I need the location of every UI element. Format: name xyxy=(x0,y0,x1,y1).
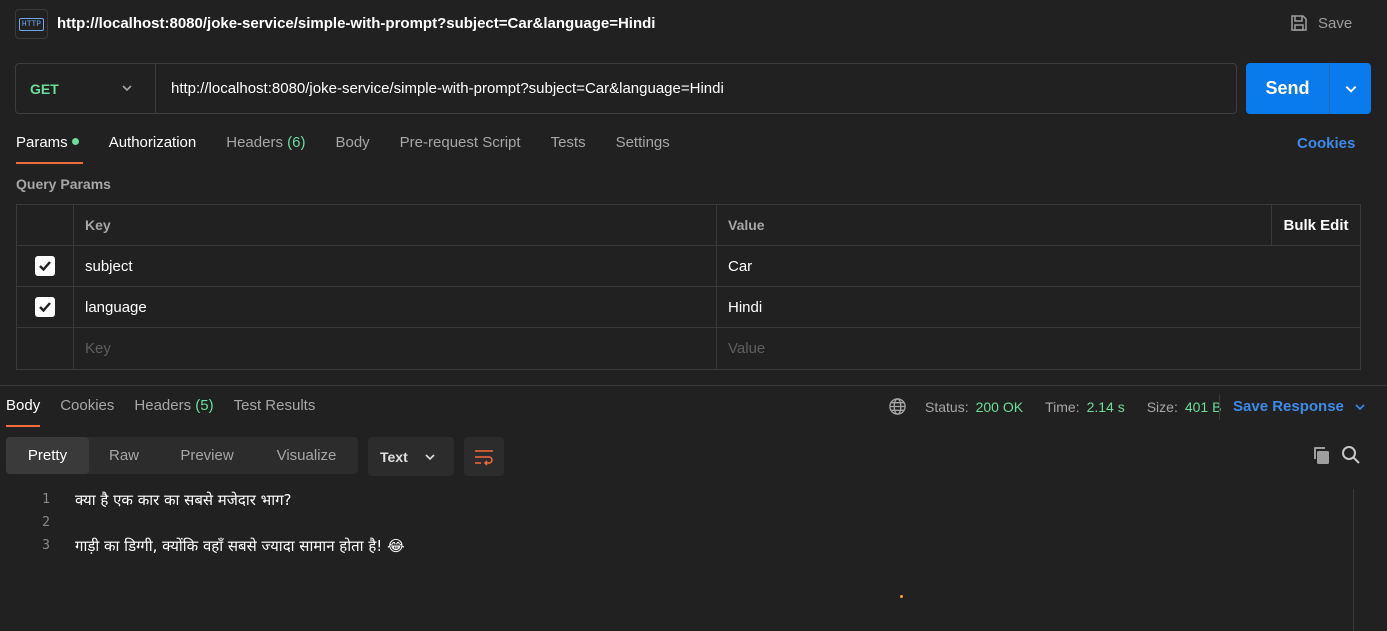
view-tab-preview[interactable]: Preview xyxy=(159,437,255,474)
param-checkbox[interactable] xyxy=(35,256,55,276)
pane-divider[interactable] xyxy=(0,385,1387,386)
request-tabs: Params Authorization Headers (6) Body Pr… xyxy=(16,134,700,164)
method-label: GET xyxy=(30,80,59,97)
param-checkbox[interactable] xyxy=(35,297,55,317)
method-select[interactable]: GET xyxy=(16,64,156,113)
tab-params-label: Params xyxy=(16,134,68,151)
size-label: Size: xyxy=(1146,398,1178,415)
response-tabs: Body Cookies Headers (5) Test Results xyxy=(6,397,335,427)
http-request-icon: HTTP xyxy=(15,9,48,39)
row-check-cell xyxy=(17,287,74,327)
query-params-table: Key Value Bulk Edit subject Car language… xyxy=(16,204,1361,370)
param-key-cell[interactable]: language xyxy=(74,287,717,327)
response-body-editor[interactable]: 1 क्या है एक कार का सबसे मजेदार भाग? 2 3… xyxy=(0,488,1387,557)
save-button[interactable]: Save xyxy=(1290,14,1352,32)
format-select[interactable]: Text xyxy=(368,437,454,476)
header-check-cell xyxy=(17,205,74,245)
chevron-down-icon xyxy=(1355,403,1365,410)
table-row: subject Car xyxy=(17,246,1360,287)
new-value-input[interactable]: Value xyxy=(717,328,1360,369)
url-bar: GET http://localhost:8080/joke-service/s… xyxy=(15,63,1237,114)
table-row: language Hindi xyxy=(17,287,1360,328)
request-title[interactable]: http://localhost:8080/joke-service/simpl… xyxy=(57,15,655,32)
line-number: 1 xyxy=(42,492,50,507)
tab-headers-label: Headers xyxy=(226,134,283,151)
bulk-edit-button[interactable]: Bulk Edit xyxy=(1271,205,1360,245)
save-icon xyxy=(1291,15,1307,31)
editor-line: 1 क्या है एक कार का सबसे मजेदार भाग? xyxy=(0,488,1387,511)
tab-test-results[interactable]: Test Results xyxy=(234,397,316,427)
line-content: क्या है एक कार का सबसे मजेदार भाग? xyxy=(75,490,292,509)
save-label: Save xyxy=(1318,14,1353,32)
column-header-value: Value xyxy=(728,217,765,233)
table-row-new: Key Value xyxy=(17,328,1360,369)
editor-scrollbar[interactable] xyxy=(1353,489,1354,631)
response-status-area: Status: 200 OK Time: 2.14 s Size: 401 B xyxy=(888,397,1221,416)
line-number: 3 xyxy=(42,538,50,553)
copy-icon[interactable] xyxy=(1311,445,1331,469)
chevron-down-icon xyxy=(425,453,435,460)
status-value[interactable]: 200 OK xyxy=(976,399,1023,415)
row-check-cell xyxy=(17,246,74,286)
param-value-cell[interactable]: Car xyxy=(717,246,1360,286)
time-label: Time: xyxy=(1045,398,1080,415)
format-label: Text xyxy=(380,448,408,465)
params-active-dot-icon xyxy=(71,138,79,145)
response-headers-count: (5) xyxy=(195,397,214,414)
url-input[interactable]: http://localhost:8080/joke-service/simpl… xyxy=(171,80,724,97)
status-label: Status: xyxy=(925,398,969,415)
tab-headers[interactable]: Headers (6) xyxy=(226,134,305,164)
tab-authorization[interactable]: Authorization xyxy=(109,134,197,164)
tab-response-cookies[interactable]: Cookies xyxy=(60,397,114,427)
globe-icon[interactable] xyxy=(888,397,907,416)
editor-line: 3 गाड़ी का डिग्गी, क्योंकि वहाँ सबसे ज्य… xyxy=(0,534,1387,557)
size-value[interactable]: 401 B xyxy=(1185,399,1222,415)
chevron-down-icon xyxy=(1345,85,1356,93)
save-response-label: Save Response xyxy=(1233,398,1344,415)
http-icon-label: HTTP xyxy=(18,17,45,31)
cursor-indicator xyxy=(900,595,903,598)
query-params-heading: Query Params xyxy=(16,176,111,192)
table-header-row: Key Value Bulk Edit xyxy=(17,205,1360,246)
tab-body[interactable]: Body xyxy=(335,134,369,164)
send-button-group: Send xyxy=(1246,63,1371,114)
response-view-tabs: Pretty Raw Preview Visualize xyxy=(6,437,358,474)
word-wrap-button[interactable] xyxy=(464,437,504,476)
row-check-cell xyxy=(17,328,74,369)
checkmark-icon xyxy=(39,261,51,272)
param-value-cell[interactable]: Hindi xyxy=(717,287,1360,327)
chevron-down-icon xyxy=(122,85,132,92)
word-wrap-icon xyxy=(475,449,493,466)
line-number: 2 xyxy=(42,515,50,530)
new-key-input[interactable]: Key xyxy=(74,328,717,369)
tab-settings[interactable]: Settings xyxy=(616,134,670,164)
view-tab-visualize[interactable]: Visualize xyxy=(255,437,358,474)
view-tab-raw[interactable]: Raw xyxy=(89,437,159,474)
tab-tests[interactable]: Tests xyxy=(551,134,586,164)
tab-response-headers-label: Headers xyxy=(134,397,192,414)
line-content: गाड़ी का डिग्गी, क्योंकि वहाँ सबसे ज्याद… xyxy=(75,536,405,555)
save-response-button[interactable]: Save Response xyxy=(1233,398,1366,415)
status-separator xyxy=(1219,394,1220,420)
param-key-cell[interactable]: subject xyxy=(74,246,717,286)
tab-prerequest-script[interactable]: Pre-request Script xyxy=(400,134,521,164)
headers-count: (6) xyxy=(287,134,306,151)
tab-response-headers[interactable]: Headers (5) xyxy=(134,397,213,427)
title-bar: HTTP http://localhost:8080/joke-service/… xyxy=(0,0,1387,50)
editor-line: 2 xyxy=(0,511,1387,534)
tab-params[interactable]: Params xyxy=(16,134,83,164)
view-tab-pretty[interactable]: Pretty xyxy=(6,437,89,474)
column-header-key: Key xyxy=(74,205,717,245)
time-value[interactable]: 2.14 s xyxy=(1087,399,1125,415)
checkmark-icon xyxy=(39,302,51,313)
cookies-link[interactable]: Cookies xyxy=(1297,135,1355,152)
search-icon[interactable] xyxy=(1341,445,1361,469)
send-dropdown-button[interactable] xyxy=(1330,63,1371,114)
send-button[interactable]: Send xyxy=(1246,63,1330,114)
tab-response-body[interactable]: Body xyxy=(6,397,41,427)
